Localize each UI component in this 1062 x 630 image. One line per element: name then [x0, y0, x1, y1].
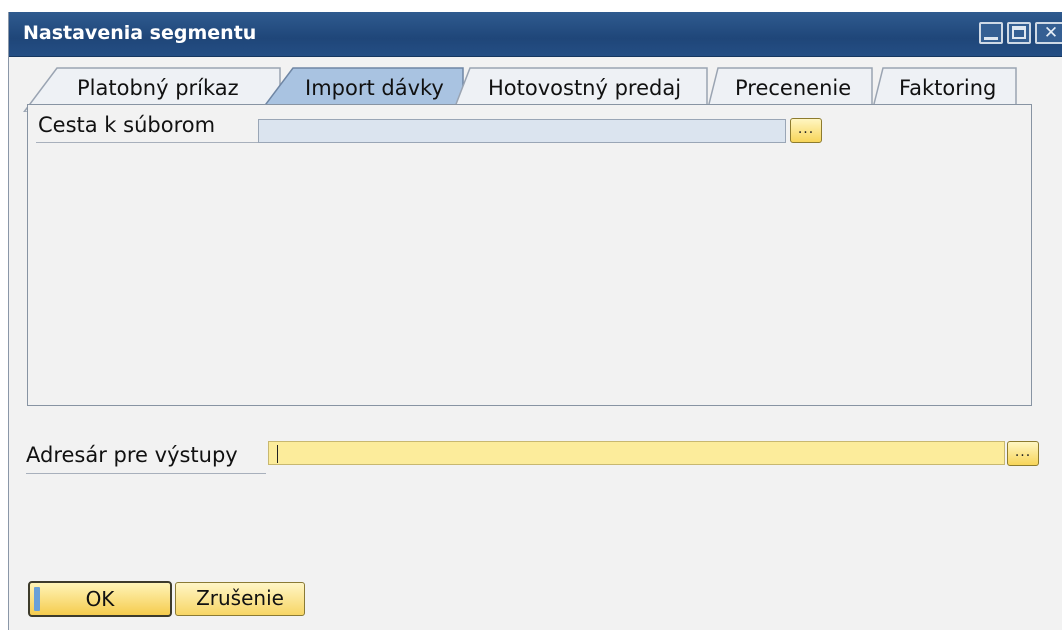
ellipsis-icon: ...	[797, 121, 815, 137]
close-icon: ✕	[1043, 23, 1059, 43]
import-tab-panel: Cesta k súborom ...	[27, 104, 1032, 406]
path-label-underline	[36, 142, 264, 143]
cancel-label: Zrušenie	[196, 586, 284, 610]
cancel-button[interactable]: Zrušenie	[175, 582, 305, 616]
dialog-window: Nastavenia segmentu ✕ Platobný príkaz Im…	[8, 12, 1062, 630]
tab-label: Platobný príkaz	[77, 76, 239, 100]
output-browse-button[interactable]: ...	[1007, 441, 1039, 466]
path-browse-button[interactable]: ...	[790, 118, 822, 143]
title-bar[interactable]: Nastavenia segmentu ✕	[9, 12, 1062, 57]
window-title: Nastavenia segmentu	[23, 22, 257, 44]
output-input[interactable]	[268, 441, 1005, 465]
path-label: Cesta k súborom	[38, 113, 216, 137]
path-input[interactable]	[258, 119, 786, 143]
tab-label: Faktoring	[899, 76, 997, 100]
close-button[interactable]: ✕	[1035, 22, 1062, 44]
maximize-button[interactable]	[1007, 22, 1031, 44]
ok-label: OK	[85, 587, 115, 611]
output-label: Adresár pre výstupy	[26, 443, 238, 467]
tab-label: Import dávky	[305, 76, 444, 100]
output-label-underline	[26, 473, 266, 474]
tab-label: Hotovostný predaj	[488, 76, 682, 100]
tab-label: Precenenie	[735, 76, 852, 100]
minimize-button[interactable]	[979, 22, 1003, 44]
text-caret	[277, 445, 278, 463]
ellipsis-icon: ...	[1014, 444, 1032, 460]
ok-button[interactable]: OK	[28, 581, 172, 617]
